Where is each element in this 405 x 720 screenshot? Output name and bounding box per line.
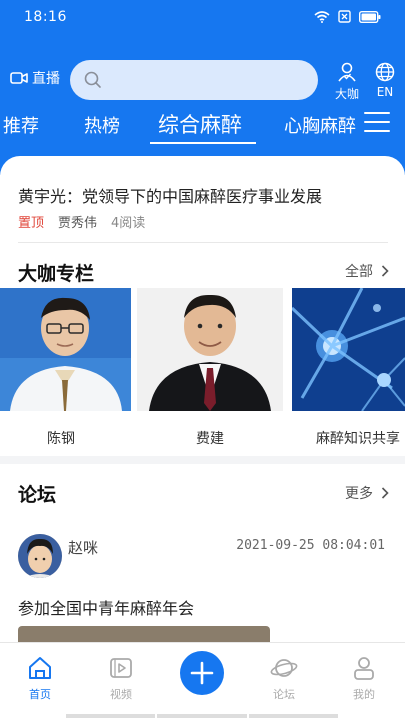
status-bar: 18:16 [0,0,405,36]
tab-cardiothoracic[interactable]: 心胸麻醉 [284,112,356,138]
status-time: 18:16 [24,9,67,25]
home-icon [29,657,51,679]
globe-icon [375,62,395,82]
expert-label: 大咖 [334,87,359,101]
live-button[interactable]: 直播 [10,68,60,88]
headline-reads: 4阅读 [111,216,146,231]
pinned-badge: 置顶 [18,216,45,231]
experts-more-link[interactable]: 全部 [345,261,389,281]
live-camera-icon [10,72,28,84]
nav-forum-label: 论坛 [273,688,295,701]
profile-icon [354,657,374,680]
search-icon [84,71,101,88]
expert-name-3: 麻醉知识共享 [316,431,400,447]
post-image[interactable] [18,626,270,642]
header: 18:16 直播 大咖 EN 推荐 热榜 综合麻醉 心胸麻醉 [0,0,405,175]
post-username[interactable]: 赵咪 [68,537,98,558]
battery-icon [359,10,381,23]
nav-video[interactable]: 视频 [91,655,151,702]
search-box[interactable] [70,60,318,100]
divider [18,242,388,243]
chevron-right-icon [381,265,389,277]
headline-author: 贾秀伟 [58,216,98,231]
language-button[interactable]: EN [370,62,400,99]
expert-photo-1[interactable] [0,288,131,411]
headline-title[interactable]: 黄宇光：党领导下的中国麻醉医疗事业发展 [18,183,322,207]
nav-video-label: 视频 [110,688,132,701]
experts-section-title: 大咖专栏 [18,263,95,285]
menu-icon[interactable] [364,112,390,134]
plus-icon [190,661,214,685]
sim-icon [338,10,351,23]
wifi-icon [314,10,330,23]
forum-more-label: 更多 [345,486,373,502]
expert-button[interactable]: 大咖 [330,62,364,102]
headline-meta: 置顶 贾秀伟 4阅读 [18,212,145,231]
avatar[interactable] [18,534,62,578]
tab-recommend[interactable]: 推荐 [3,112,39,138]
live-label: 直播 [32,71,60,87]
expert-name-2: 费建 [196,431,224,447]
nav-home-label: 首页 [29,688,51,701]
add-post-button[interactable] [180,651,224,695]
expert-user-icon [338,62,356,82]
forum-section-title: 论坛 [18,484,57,506]
planet-icon [270,659,298,677]
expert-photo-3[interactable] [292,288,405,411]
category-tabs: 推荐 热榜 综合麻醉 心胸麻醉 [0,106,360,146]
content-card: 黄宇光：党领导下的中国麻醉医疗事业发展 置顶 贾秀伟 4阅读 大咖专栏 全部 陈… [0,156,405,642]
chevron-right-icon [381,487,389,499]
tab-active-indicator [150,142,256,144]
experts-more-label: 全部 [345,264,373,280]
post-timestamp: 2021-09-25 08:04:01 [236,538,385,553]
nav-home[interactable]: 首页 [10,655,70,702]
forum-more-link[interactable]: 更多 [345,483,389,503]
home-indicator [66,714,338,718]
video-icon [110,658,132,678]
tab-general-anesthesia[interactable]: 综合麻醉 [158,109,242,139]
section-separator [0,456,405,464]
expert-photo-2[interactable] [137,288,283,411]
tab-hot[interactable]: 热榜 [84,112,120,138]
lang-label: EN [376,85,394,99]
nav-profile-label: 我的 [353,688,375,701]
expert-name-1: 陈钢 [47,431,75,447]
post-title[interactable]: 参加全国中青年麻醉年会 [18,595,194,619]
nav-forum[interactable]: 论坛 [254,655,314,702]
nav-profile[interactable]: 我的 [334,655,394,702]
bottom-nav: 首页 视频 论坛 我的 [0,642,405,720]
search-input[interactable] [114,68,304,92]
status-icons [314,10,381,23]
